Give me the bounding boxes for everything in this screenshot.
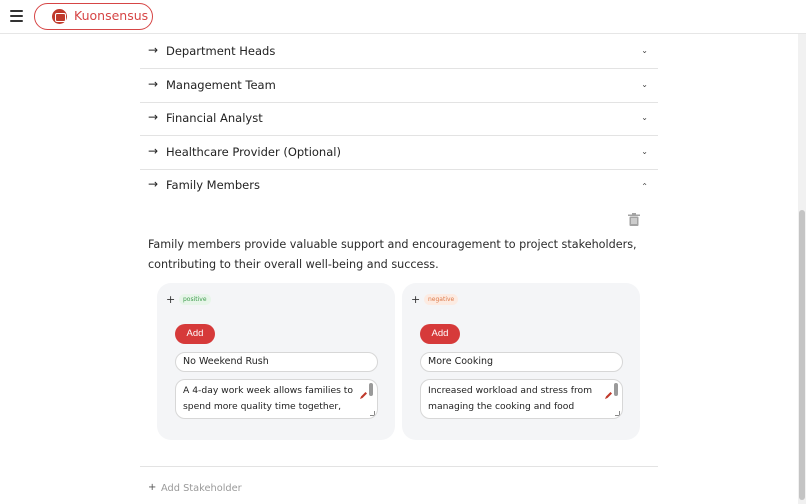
accordion-item-financial-analyst[interactable]: → Financial Analyst ⌄ xyxy=(140,102,658,136)
divider xyxy=(140,466,658,467)
brand-name: Kuonsensus xyxy=(74,8,149,23)
textarea-scrollbar[interactable] xyxy=(369,383,373,396)
arrow-right-icon: → xyxy=(148,77,159,91)
stakeholder-description: Family members provide valuable support … xyxy=(148,238,637,271)
resize-handle-icon[interactable] xyxy=(615,411,620,416)
arrow-right-icon: → xyxy=(148,110,159,124)
plus-icon[interactable]: + xyxy=(148,482,156,493)
trash-icon[interactable] xyxy=(628,213,640,226)
hamburger-menu-icon[interactable] xyxy=(10,10,23,22)
positive-badge: positive xyxy=(179,294,211,305)
resize-handle-icon[interactable] xyxy=(370,411,375,416)
positive-description-textarea[interactable]: A 4-day work week allows families to spe… xyxy=(175,379,378,419)
chevron-down-icon[interactable]: ⌄ xyxy=(641,80,648,89)
scrollbar-thumb[interactable] xyxy=(799,210,805,500)
add-positive-button[interactable]: Add xyxy=(175,324,215,344)
negative-badge: negative xyxy=(424,294,459,305)
positive-impacts-panel: + positive Add No Weekend Rush A 4-day w… xyxy=(157,283,395,440)
top-bar: Kuonsensus xyxy=(0,0,806,34)
add-negative-button[interactable]: Add xyxy=(420,324,460,344)
arrow-right-icon: → xyxy=(148,177,159,191)
textarea-text: Increased workload and stress from manag… xyxy=(428,385,593,412)
pencil-icon[interactable] xyxy=(359,391,368,400)
negative-impacts-panel: + negative Add More Cooking Increased wo… xyxy=(402,283,640,440)
chevron-down-icon[interactable]: ⌄ xyxy=(641,46,648,55)
negative-title-input[interactable]: More Cooking xyxy=(420,352,623,372)
pencil-icon[interactable] xyxy=(604,391,613,400)
add-stakeholder-button[interactable]: Add Stakeholder xyxy=(161,483,242,494)
brand-logo-button[interactable]: Kuonsensus xyxy=(34,3,153,30)
plus-icon[interactable]: + xyxy=(166,293,175,306)
accordion-item-healthcare-provider[interactable]: → Healthcare Provider (Optional) ⌄ xyxy=(140,136,658,170)
chevron-up-icon[interactable]: ⌃ xyxy=(641,182,648,191)
accordion-item-label: Management Team xyxy=(166,78,276,92)
accordion-item-department-heads[interactable]: → Department Heads ⌄ xyxy=(140,35,658,69)
textarea-scrollbar[interactable] xyxy=(614,383,618,396)
plus-icon[interactable]: + xyxy=(411,293,420,306)
chevron-down-icon[interactable]: ⌄ xyxy=(641,147,648,156)
page-scrollbar[interactable] xyxy=(798,34,806,504)
accordion-item-management-team[interactable]: → Management Team ⌄ xyxy=(140,69,658,103)
textarea-text: A 4-day work week allows families to spe… xyxy=(183,385,354,412)
brand-logo-icon xyxy=(52,9,67,24)
accordion-item-label: Healthcare Provider (Optional) xyxy=(166,145,341,159)
chevron-down-icon[interactable]: ⌄ xyxy=(641,113,648,122)
accordion-item-label: Financial Analyst xyxy=(166,111,263,125)
arrow-right-icon: → xyxy=(148,144,159,158)
arrow-right-icon: → xyxy=(148,43,159,57)
positive-title-input[interactable]: No Weekend Rush xyxy=(175,352,378,372)
accordion-item-family-members[interactable]: → Family Members ⌃ xyxy=(140,169,658,203)
negative-description-textarea[interactable]: Increased workload and stress from manag… xyxy=(420,379,623,419)
accordion-item-label: Family Members xyxy=(166,178,260,192)
accordion-item-label: Department Heads xyxy=(166,44,276,58)
